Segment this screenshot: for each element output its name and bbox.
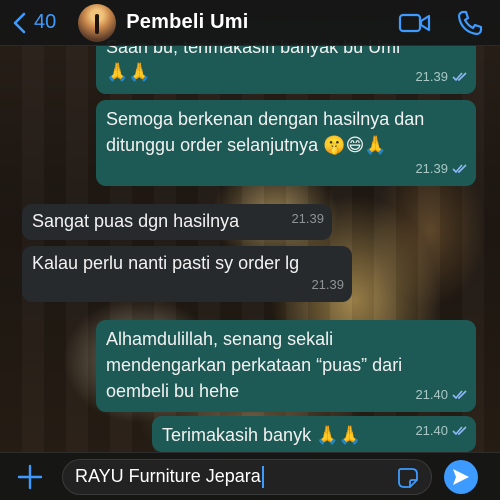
message-meta: 21.39 [415,64,468,90]
video-call-icon[interactable] [398,9,432,37]
contact-name[interactable]: Pembeli Umi [126,11,248,34]
message-input[interactable]: RAYU Furniture Jepara [62,458,432,495]
message-meta: 21.39 [415,156,468,182]
plus-icon[interactable] [16,463,44,491]
message-meta: 21.40 [415,418,468,444]
message-meta: 21.39 [311,272,344,298]
message-bubble-outgoing[interactable]: Semoga berkenan dengan hasilnya dan ditu… [96,100,476,186]
message-input-text: RAYU Furniture Jepara [75,466,261,486]
phone-icon[interactable] [456,9,484,37]
double-check-icon [452,164,467,174]
chevron-left-icon [13,12,26,33]
message-time: 21.39 [311,277,344,292]
message-bubble-incoming[interactable]: Sangat puas dgn hasilnya 21.39 [22,204,332,240]
send-button[interactable] [444,459,478,494]
message-meta: 21.40 [415,382,468,408]
text-caret [261,465,264,488]
message-composer: RAYU Furniture Jepara [0,452,500,500]
unread-count: 40 [34,11,57,33]
back-button[interactable]: 40 [12,11,56,34]
message-emoji: 🤫😄🙏 [323,135,387,156]
chat-header: 40 Pembeli Umi [0,0,500,46]
send-icon [453,468,469,485]
message-time: 21.39 [291,211,324,226]
message-text: Kalau perlu nanti pasti sy order lg [32,253,300,273]
avatar[interactable] [78,3,117,42]
message-time: 21.39 [415,69,448,84]
message-time: 21.39 [415,161,448,176]
message-text: Sangat puas dgn hasilnya [32,211,240,231]
message-emoji: 🙏🙏 [316,425,361,446]
message-text: Terimakasih banyk [162,425,312,445]
message-text: Alhamdulillah, senang sekali mendengarka… [106,329,403,401]
message-meta: 21.39 [291,206,324,232]
double-check-icon [452,426,467,436]
sticker-icon[interactable] [397,467,419,489]
message-bubble-outgoing[interactable]: Alhamdulillah, senang sekali mendengarka… [96,320,476,412]
double-check-icon [452,390,467,400]
double-check-icon [452,72,467,82]
message-bubble-outgoing[interactable]: Terimakasih banyk 🙏🙏 21.40 [152,416,476,452]
message-emoji: 🙏🙏 [106,62,151,83]
message-time: 21.40 [415,387,448,402]
message-time: 21.40 [415,423,448,438]
message-bubble-incoming[interactable]: Kalau perlu nanti pasti sy order lg 21.3… [22,246,352,302]
